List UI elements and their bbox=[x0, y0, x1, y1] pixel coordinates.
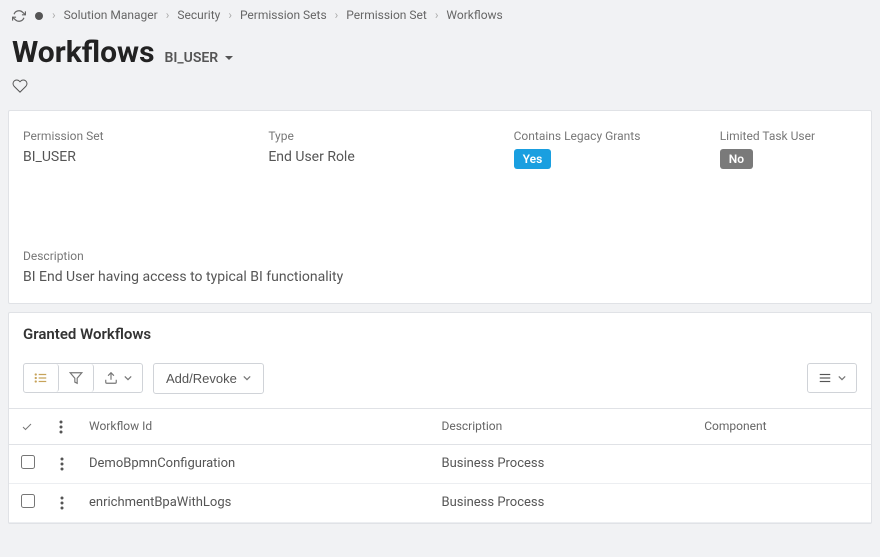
field-permission-set: Permission Set BI_USER bbox=[23, 129, 258, 169]
details-card: Permission Set BI_USER Type End User Rol… bbox=[8, 110, 872, 304]
page-subtitle: BI_USER bbox=[165, 50, 219, 66]
cell-component bbox=[692, 483, 871, 522]
page-header: Workflows BI_USER bbox=[0, 31, 880, 102]
view-options-button[interactable] bbox=[807, 363, 857, 393]
field-label: Description bbox=[23, 249, 857, 263]
breadcrumb-item[interactable]: Permission Set bbox=[346, 8, 427, 22]
filter-button[interactable] bbox=[59, 364, 94, 392]
field-limited-task-user: Limited Task User No bbox=[720, 129, 857, 169]
section-toolbar: Add/Revoke bbox=[9, 355, 871, 408]
breadcrumb: › Solution Manager › Security › Permissi… bbox=[0, 0, 880, 31]
field-label: Limited Task User bbox=[720, 129, 857, 143]
export-button[interactable] bbox=[94, 364, 142, 392]
workflows-table: Workflow Id Description Component DemoBp… bbox=[9, 408, 871, 523]
col-component[interactable]: Component bbox=[692, 408, 871, 444]
breadcrumb-item[interactable]: Solution Manager bbox=[64, 8, 158, 22]
field-label: Contains Legacy Grants bbox=[514, 129, 710, 143]
row-menu[interactable] bbox=[47, 483, 77, 522]
page-subtitle-dropdown[interactable]: BI_USER bbox=[165, 50, 235, 66]
header-row-menu[interactable] bbox=[47, 408, 77, 444]
list-view-button[interactable] bbox=[24, 364, 59, 392]
breadcrumb-item[interactable]: Workflows bbox=[446, 8, 502, 22]
granted-workflows-section: Granted Workflows Add/Revoke bbox=[8, 312, 872, 524]
refresh-icon[interactable] bbox=[12, 8, 26, 23]
chevron-right-icon: › bbox=[52, 8, 56, 22]
toolbar-button-group bbox=[23, 363, 143, 393]
menu-icon bbox=[818, 371, 832, 385]
chevron-down-icon bbox=[838, 374, 846, 382]
kebab-icon bbox=[60, 496, 64, 510]
col-description[interactable]: Description bbox=[429, 408, 692, 444]
row-checkbox[interactable] bbox=[21, 494, 35, 508]
field-value: End User Role bbox=[268, 149, 503, 165]
caret-down-icon bbox=[224, 53, 234, 63]
export-icon bbox=[104, 371, 118, 385]
row-checkbox[interactable] bbox=[21, 455, 35, 469]
cell-component bbox=[692, 444, 871, 483]
badge-yes: Yes bbox=[514, 149, 552, 169]
chevron-down-icon bbox=[124, 374, 132, 382]
field-value: BI End User having access to typical BI … bbox=[23, 269, 857, 285]
list-icon bbox=[34, 371, 48, 385]
favorite-icon[interactable] bbox=[12, 78, 868, 94]
cell-workflow-id: enrichmentBpaWithLogs bbox=[77, 483, 429, 522]
chevron-right-icon: › bbox=[435, 8, 439, 22]
badge-no: No bbox=[720, 149, 753, 169]
chevron-right-icon: › bbox=[228, 8, 232, 22]
table-header-row: Workflow Id Description Component bbox=[9, 408, 871, 444]
field-label: Permission Set bbox=[23, 129, 258, 143]
breadcrumb-item[interactable]: Permission Sets bbox=[240, 8, 327, 22]
add-revoke-label: Add/Revoke bbox=[166, 371, 237, 386]
table-row[interactable]: enrichmentBpaWithLogs Business Process bbox=[9, 483, 871, 522]
row-menu[interactable] bbox=[47, 444, 77, 483]
field-description: Description BI End User having access to… bbox=[23, 249, 857, 285]
cell-description: Business Process bbox=[429, 483, 692, 522]
check-icon bbox=[21, 421, 33, 433]
kebab-icon bbox=[60, 457, 64, 471]
chevron-right-icon: › bbox=[335, 8, 339, 22]
field-label: Type bbox=[268, 129, 503, 143]
add-revoke-button[interactable]: Add/Revoke bbox=[153, 363, 264, 394]
breadcrumb-item[interactable]: Security bbox=[177, 8, 220, 22]
page-title: Workflows bbox=[12, 35, 155, 70]
header-select-all[interactable] bbox=[9, 408, 47, 444]
chevron-down-icon bbox=[243, 374, 251, 382]
home-dot-icon[interactable] bbox=[34, 8, 44, 22]
section-title: Granted Workflows bbox=[9, 313, 871, 355]
filter-icon bbox=[69, 371, 83, 385]
col-workflow-id[interactable]: Workflow Id bbox=[77, 408, 429, 444]
cell-workflow-id: DemoBpmnConfiguration bbox=[77, 444, 429, 483]
chevron-right-icon: › bbox=[166, 8, 170, 22]
kebab-icon bbox=[59, 420, 63, 434]
field-legacy-grants: Contains Legacy Grants Yes bbox=[514, 129, 710, 169]
field-value: BI_USER bbox=[23, 149, 258, 165]
cell-description: Business Process bbox=[429, 444, 692, 483]
field-type: Type End User Role bbox=[268, 129, 503, 169]
table-row[interactable]: DemoBpmnConfiguration Business Process bbox=[9, 444, 871, 483]
